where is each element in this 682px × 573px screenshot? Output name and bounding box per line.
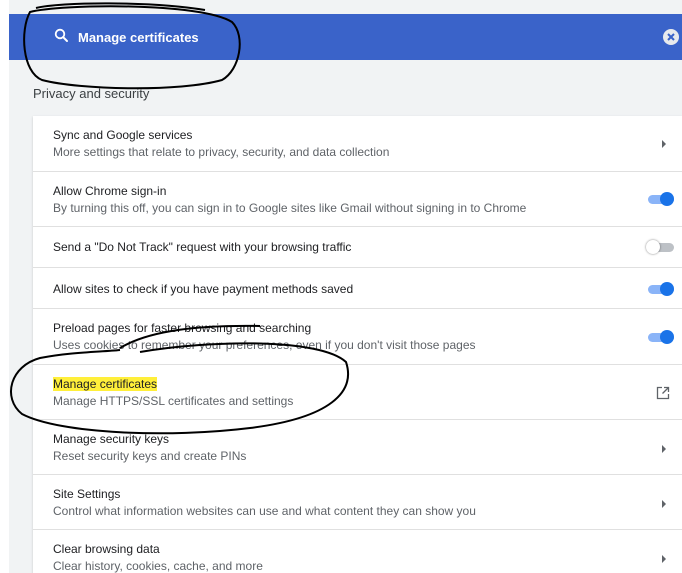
left-margin [0, 0, 9, 573]
row-subtitle: By turning this off, you can sign in to … [53, 201, 527, 215]
row-title: Clear browsing data [53, 542, 160, 556]
row-site-settings[interactable]: Site Settings Control what information w… [33, 474, 682, 529]
search-match-highlight: Manage certificates [53, 377, 158, 391]
row-manage-security-keys[interactable]: Manage security keys Reset security keys… [33, 419, 682, 474]
row-title: Preload pages for faster browsing and se… [53, 321, 312, 335]
chevron-right-icon[interactable] [660, 554, 668, 564]
row-manage-certificates[interactable]: Manage certificates Manage HTTPS/SSL cer… [33, 364, 682, 419]
search-input[interactable] [78, 26, 578, 48]
chevron-right-icon[interactable] [660, 139, 668, 149]
close-icon [667, 33, 675, 41]
row-do-not-track[interactable]: Send a "Do Not Track" request with your … [33, 226, 682, 267]
row-subtitle: Manage HTTPS/SSL certificates and settin… [53, 394, 294, 408]
row-subtitle: Control what information websites can us… [53, 504, 476, 518]
row-subtitle: Uses cookies to remember your preference… [53, 338, 476, 352]
chevron-right-icon[interactable] [660, 444, 668, 454]
preload-pages-toggle[interactable] [646, 330, 674, 344]
row-clear-browsing-data[interactable]: Clear browsing data Clear history, cooki… [33, 529, 682, 573]
sign-in-toggle[interactable] [646, 192, 674, 206]
privacy-settings-card: Sync and Google services More settings t… [33, 116, 682, 573]
row-title: Manage certificates [53, 377, 158, 391]
search-icon [54, 28, 68, 42]
do-not-track-toggle[interactable] [646, 240, 674, 254]
row-title: Manage security keys [53, 432, 170, 446]
payment-methods-toggle[interactable] [646, 282, 674, 296]
row-subtitle: Reset security keys and create PINs [53, 449, 247, 463]
row-title: Allow Chrome sign-in [53, 184, 167, 198]
row-payment-methods[interactable]: Allow sites to check if you have payment… [33, 267, 682, 308]
row-title: Send a "Do Not Track" request with your … [53, 240, 352, 254]
row-subtitle: More settings that relate to privacy, se… [53, 145, 390, 159]
row-allow-chrome-sign-in[interactable]: Allow Chrome sign-in By turning this off… [33, 171, 682, 226]
settings-search-bar [9, 14, 682, 60]
row-title: Allow sites to check if you have payment… [53, 282, 354, 296]
row-preload-pages[interactable]: Preload pages for faster browsing and se… [33, 308, 682, 364]
open-in-new-icon[interactable] [656, 386, 670, 400]
chevron-right-icon[interactable] [660, 499, 668, 509]
row-subtitle: Clear history, cookies, cache, and more [53, 559, 263, 573]
row-sync-google-services[interactable]: Sync and Google services More settings t… [33, 116, 682, 171]
settings-page: Privacy and security Sync and Google ser… [0, 0, 682, 573]
clear-search-button[interactable] [663, 29, 679, 45]
section-title: Privacy and security [33, 86, 150, 101]
row-title: Site Settings [53, 487, 121, 501]
row-title: Sync and Google services [53, 128, 193, 142]
